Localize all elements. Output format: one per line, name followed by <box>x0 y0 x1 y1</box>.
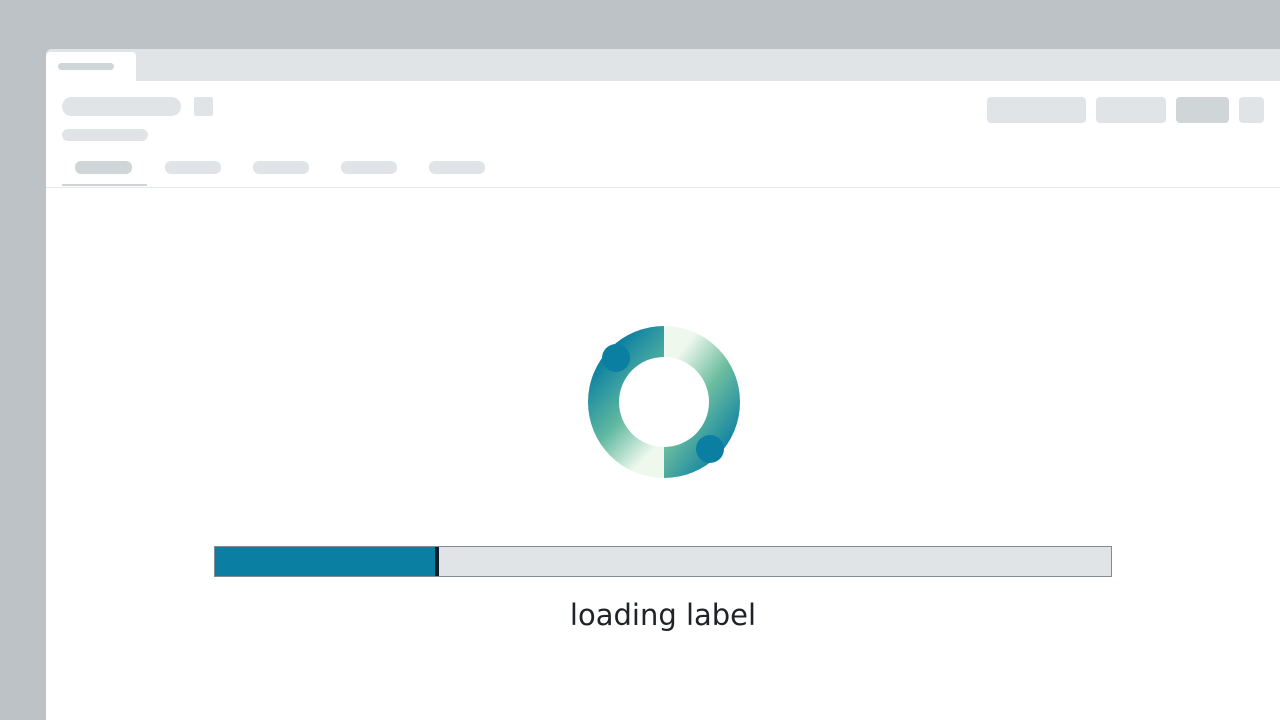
loading-content: loading label <box>46 188 1280 720</box>
tab-placeholder-4[interactable] <box>341 161 397 174</box>
loading-progress-bar <box>214 546 1112 577</box>
loading-spinner-icon <box>588 326 740 478</box>
tab-placeholder-3[interactable] <box>253 161 309 174</box>
browser-tab-active[interactable] <box>46 52 136 81</box>
browser-tabstrip <box>46 49 1280 81</box>
loading-label: loading label <box>569 598 757 632</box>
loading-progress-fill <box>215 547 439 576</box>
subtitle-placeholder <box>62 129 148 141</box>
browser-tab-title-placeholder <box>58 63 114 70</box>
tab-placeholder-1[interactable] <box>75 161 132 174</box>
page-header-skeleton <box>46 81 1280 188</box>
app-window: loading label <box>46 49 1280 720</box>
action-button-placeholder-3[interactable] <box>1176 97 1229 123</box>
page-title-placeholder <box>62 97 181 116</box>
tab-placeholder-5[interactable] <box>429 161 485 174</box>
active-tab-indicator <box>62 184 147 186</box>
action-button-placeholder-1[interactable] <box>987 97 1086 123</box>
tab-placeholder-2[interactable] <box>165 161 221 174</box>
overflow-button-placeholder[interactable] <box>1239 97 1264 123</box>
action-button-placeholder-2[interactable] <box>1096 97 1166 123</box>
title-icon-placeholder <box>194 97 213 116</box>
